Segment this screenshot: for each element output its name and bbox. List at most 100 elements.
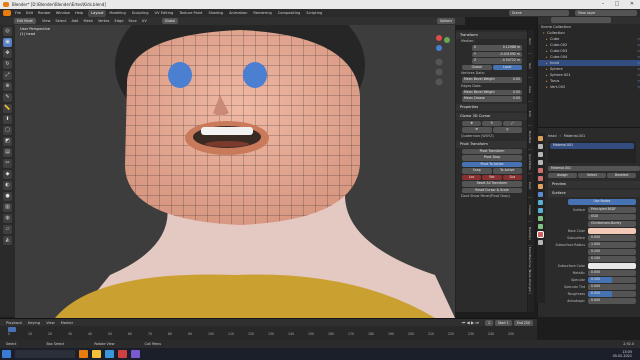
render-tab-icon[interactable]: [538, 144, 543, 149]
rip-tool-icon[interactable]: ◭: [3, 236, 12, 245]
data-tab-icon[interactable]: [538, 224, 543, 229]
pivot-drop-button[interactable]: Pivot Drop: [462, 155, 522, 161]
tab-tool[interactable]: Tool: [528, 54, 532, 78]
search-box[interactable]: [15, 350, 75, 358]
tab-edit[interactable]: Edit: [528, 102, 532, 126]
extrude-tool-icon[interactable]: ⬆: [3, 115, 12, 124]
spin-tool-icon[interactable]: ◐: [3, 181, 12, 190]
tab-node-wrangler[interactable]: Node Wrangler: [528, 270, 532, 294]
tab-compositing[interactable]: Compositing: [275, 10, 304, 17]
close-button[interactable]: ✕: [625, 1, 639, 8]
view-layer-tab-icon[interactable]: [538, 160, 543, 165]
median-z-field[interactable]: Z -0.54722 m: [472, 58, 522, 64]
output-tab-icon[interactable]: [538, 152, 543, 157]
deselect-button[interactable]: Deselect: [607, 172, 637, 179]
scene-selector[interactable]: Scene: [509, 10, 569, 16]
reset-loc-button[interactable]: Loc: [462, 174, 482, 180]
scene-tab-icon[interactable]: [538, 168, 543, 173]
reset-cursor-button[interactable]: Reset Cursor & Scale: [462, 187, 522, 193]
physics-tab-icon[interactable]: [538, 208, 543, 213]
gizmo-button-1[interactable]: ✥: [462, 120, 482, 126]
vp-menu-select[interactable]: Select: [55, 19, 66, 23]
gizmo-button-3[interactable]: ⤢: [502, 120, 522, 126]
vp-menu-edge[interactable]: Edge: [115, 19, 124, 23]
specular-tint-field[interactable]: 0.000: [588, 284, 636, 290]
median-y-field[interactable]: Y -0.031992 m: [472, 51, 522, 57]
gizmo-button-4[interactable]: ⊕: [462, 127, 492, 133]
tab-view[interactable]: View: [528, 78, 532, 102]
reset-sca-button[interactable]: Sca: [502, 174, 522, 180]
properties-panel-header[interactable]: Properties: [456, 103, 527, 111]
tab-item[interactable]: Item: [528, 30, 532, 54]
assign-button[interactable]: Assign: [548, 172, 577, 179]
tab-animation[interactable]: Animation: [226, 10, 250, 17]
options-dropdown[interactable]: Options: [436, 18, 455, 24]
subsurface-color-swatch[interactable]: [588, 263, 636, 269]
subsurface-radius-x[interactable]: 1.000: [588, 242, 636, 248]
inset-tool-icon[interactable]: ▢: [3, 126, 12, 135]
navigation-gizmo[interactable]: [425, 28, 453, 88]
pivot-panel-header[interactable]: Pivot Transform: [456, 140, 527, 148]
vp-menu-view[interactable]: View: [42, 19, 51, 23]
local-space-button[interactable]: Local: [492, 64, 522, 70]
view-layer-selector[interactable]: View Layer: [575, 10, 637, 16]
modifier-tab-icon[interactable]: [538, 192, 543, 197]
timeline-keying-menu[interactable]: Keying: [28, 321, 40, 325]
vp-menu-uv[interactable]: UV: [142, 19, 147, 23]
object-tab-icon[interactable]: [538, 184, 543, 189]
bevel-tool-icon[interactable]: ◩: [3, 137, 12, 146]
roughness-field[interactable]: 0.500: [588, 291, 636, 297]
minimize-button[interactable]: –: [596, 1, 610, 8]
tab-quicktools[interactable]: QuickTools: [528, 150, 532, 174]
select-box-tool-icon[interactable]: ▣: [3, 38, 12, 47]
pivot-to-active-button[interactable]: Pivot To Active: [462, 161, 522, 167]
rotate-tool-icon[interactable]: ↻: [3, 60, 12, 69]
specular-field[interactable]: 0.500: [588, 277, 636, 283]
base-color-swatch[interactable]: [588, 228, 636, 234]
material-slot-list[interactable]: Material.001: [548, 141, 636, 163]
tab-rendering[interactable]: Rendering: [250, 10, 274, 17]
transform-orientation[interactable]: Global: [161, 18, 178, 24]
snap-toggle[interactable]: Snap: [462, 168, 492, 174]
explorer-taskbar-icon[interactable]: [92, 350, 101, 358]
menu-edit[interactable]: Edit: [26, 11, 33, 15]
material-tab-icon[interactable]: [537, 231, 544, 238]
media-taskbar-icon[interactable]: [118, 350, 127, 358]
constraints-tab-icon[interactable]: [538, 216, 543, 221]
end-value[interactable]: 250: [524, 321, 530, 325]
maximize-button[interactable]: □: [610, 1, 624, 8]
vertex-bevel-field[interactable]: Mean Bevel Weight 0.00: [462, 77, 522, 83]
tab-sculpting[interactable]: Sculpting: [129, 10, 152, 17]
app-taskbar-icon[interactable]: [131, 350, 140, 358]
vp-menu-add[interactable]: Add: [72, 19, 79, 23]
tab-create[interactable]: Create: [528, 198, 532, 222]
scale-tool-icon[interactable]: ⤢: [3, 71, 12, 80]
clock[interactable]: 13:05 05.02.2021: [613, 350, 632, 358]
loopcut-tool-icon[interactable]: ▤: [3, 148, 12, 157]
polybuild-tool-icon[interactable]: ◆: [3, 170, 12, 179]
tab-modeling[interactable]: Modeling: [106, 10, 128, 17]
edge-bevel-field[interactable]: Mean Bevel Weight 0.00: [462, 89, 522, 95]
annotate-tool-icon[interactable]: ✎: [3, 93, 12, 102]
preview-header[interactable]: Preview: [548, 181, 640, 188]
distribution-dropdown[interactable]: GGX: [588, 214, 636, 220]
anisotropic-field[interactable]: 0.000: [588, 298, 636, 304]
cursor-tool-icon[interactable]: ◎: [3, 27, 12, 36]
measure-tool-icon[interactable]: 📏: [3, 104, 12, 113]
reset-all-button[interactable]: Reset All Transform: [462, 181, 522, 187]
use-nodes-button[interactable]: Use Nodes: [568, 199, 636, 205]
edge-crease-field[interactable]: Mean Crease 0.00: [462, 96, 522, 102]
sss-method-dropdown[interactable]: Christensen-Burley: [588, 221, 636, 227]
tab-pivot[interactable]: Pivot: [528, 174, 532, 198]
shear-tool-icon[interactable]: ▱: [3, 225, 12, 234]
mode-selector[interactable]: Edit Mode: [14, 18, 36, 24]
blender-menu-icon[interactable]: [3, 10, 11, 16]
timeline-marker-menu[interactable]: Marker: [61, 321, 73, 325]
gizmo-panel-header[interactable]: Gizmo 3D Cursor: [456, 112, 527, 120]
particles-tab-icon[interactable]: [538, 200, 543, 205]
tab-shading[interactable]: Shading: [205, 10, 226, 17]
menu-file[interactable]: File: [15, 11, 21, 15]
blender-taskbar-icon[interactable]: [79, 350, 88, 358]
reset-rot-button[interactable]: Rot: [482, 174, 502, 180]
vp-menu-face[interactable]: Face: [129, 19, 137, 23]
